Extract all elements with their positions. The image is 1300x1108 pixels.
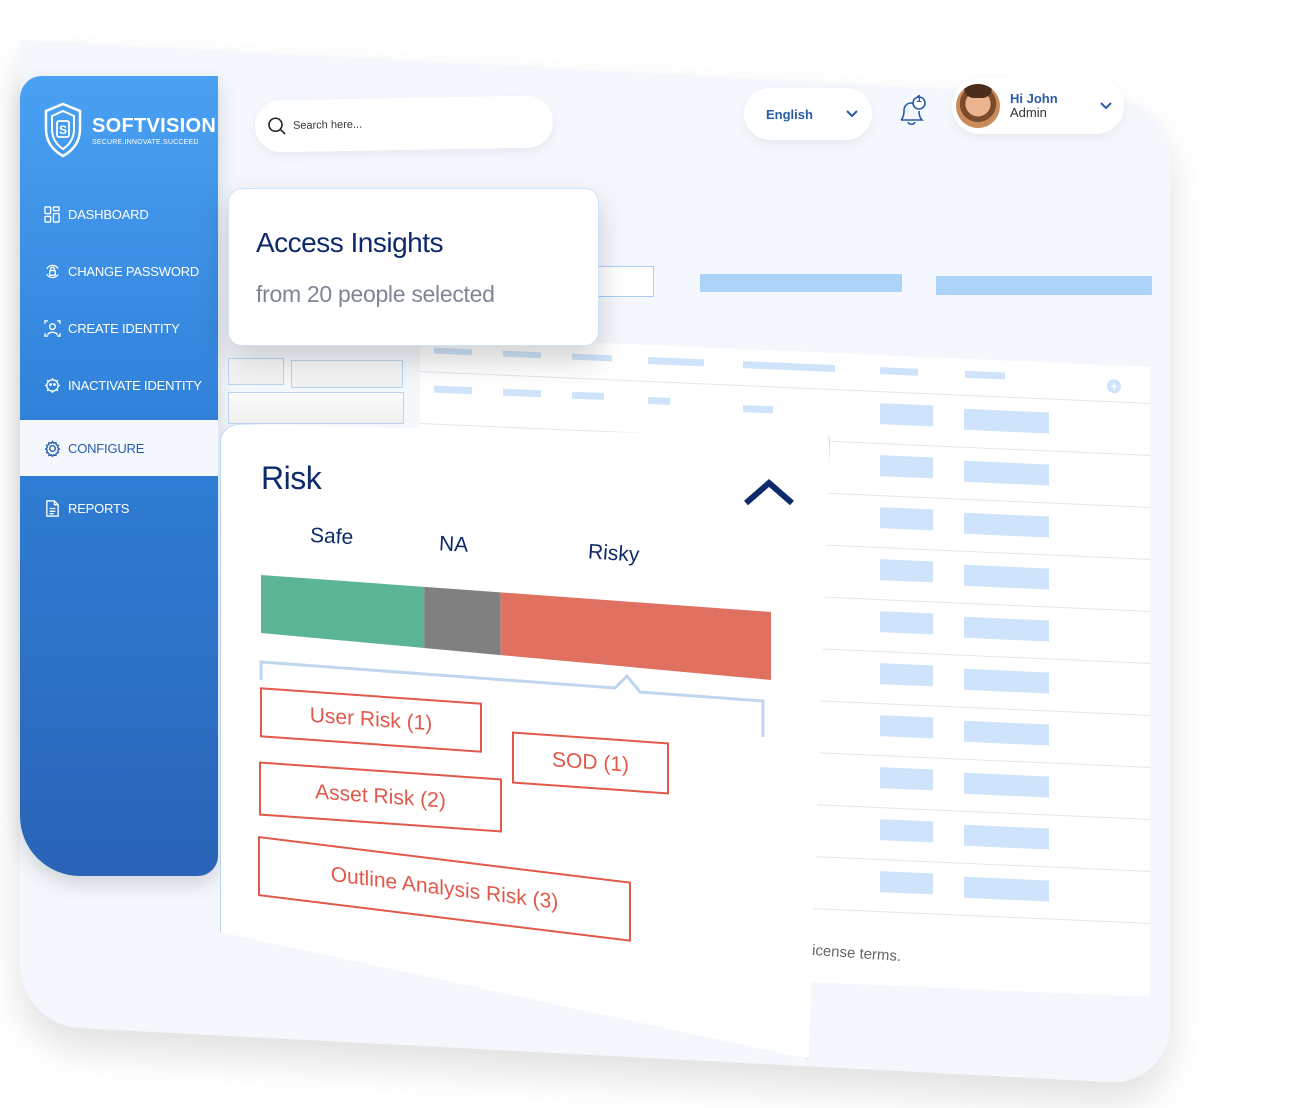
sidebar-item-label: CONFIGURE [68, 440, 145, 456]
sidebar-nav: DASHBOARD CHANGE PASSWORD CREATE IDENTIT… [20, 186, 218, 537]
table-cell-placeholder [572, 391, 604, 401]
svg-text:S: S [59, 123, 67, 137]
table-cell-placeholder [964, 668, 1049, 694]
table-cell-placeholder [964, 512, 1049, 538]
segment-label-safe: Safe [309, 523, 354, 550]
search-input[interactable] [292, 116, 514, 132]
chevron-down-icon [1100, 102, 1112, 110]
sidebar-item-inactivate-identity[interactable]: INACTIVATE IDENTITY [20, 357, 218, 414]
table-cell-placeholder [743, 405, 773, 414]
chevron-up-icon[interactable] [742, 475, 796, 509]
table-cell-placeholder [964, 408, 1049, 434]
risk-tag-label: Asset Risk (2) [315, 780, 446, 813]
table-cell-placeholder [503, 388, 541, 398]
lock-refresh-icon [46, 264, 59, 279]
risk-tag-label: Outline Analysis Risk (3) [330, 862, 559, 914]
brand-tagline: SECURE.INNOVATE.SUCCEED [92, 138, 199, 146]
table-cell-placeholder [964, 460, 1049, 486]
user-role: Admin [1010, 105, 1047, 120]
sidebar-item-configure[interactable]: CONFIGURE [20, 420, 218, 476]
table-cell-placeholder [880, 871, 933, 895]
bell-icon [900, 96, 926, 126]
filter-placeholder[interactable] [228, 358, 284, 385]
table-header-cell [503, 350, 541, 359]
insights-title: Access Insights [256, 227, 444, 258]
add-column-icon[interactable]: + [1107, 378, 1121, 394]
notification-count: 1 [916, 94, 922, 105]
sidebar-item-reports[interactable]: REPORTS [20, 480, 218, 537]
toolbar-placeholder-bar [700, 274, 902, 292]
avatar [956, 84, 1000, 128]
sidebar-item-label: REPORTS [68, 501, 130, 516]
risk-tag-sod[interactable]: SOD (1) [512, 731, 669, 795]
table-cell-placeholder [964, 824, 1049, 850]
user-greeting: Hi John [1010, 91, 1058, 106]
language-selected: English [766, 106, 813, 122]
risk-tag-label: User Risk (1) [309, 703, 433, 736]
table-header-cell [743, 361, 835, 373]
table-cell-placeholder [964, 772, 1049, 798]
user-gear-icon [44, 377, 61, 394]
table-header-cell [648, 356, 704, 367]
sidebar-item-label: CHANGE PASSWORD [68, 264, 200, 279]
table-header-cell [434, 347, 472, 356]
brand-name: SOFTVISION [92, 114, 217, 137]
table-cell-placeholder [880, 507, 933, 531]
sidebar-item-create-identity[interactable]: CREATE IDENTITY [20, 300, 218, 357]
language-select[interactable]: English [744, 88, 872, 140]
insights-subtitle: from 20 people selected [256, 281, 495, 307]
document-icon [46, 500, 59, 517]
shield-logo-icon: S [44, 102, 82, 158]
table-cell-placeholder [964, 720, 1049, 746]
dashboard-grid-icon [44, 206, 60, 223]
notifications-button[interactable]: 1 [896, 94, 928, 128]
segment-label-risky: Risky [587, 540, 641, 567]
user-menu[interactable]: Hi John Admin [952, 78, 1124, 134]
toolbar-placeholder-bar [936, 276, 1152, 295]
table-header-cell [572, 353, 612, 362]
table-cell-placeholder [880, 715, 933, 739]
table-cell-placeholder [964, 616, 1049, 642]
filter-input-placeholder[interactable] [590, 266, 654, 297]
user-scan-icon [44, 320, 61, 337]
filter-placeholder[interactable] [228, 392, 404, 424]
sidebar: S SOFTVISION SECURE.INNOVATE.SUCCEED DAS… [20, 76, 218, 876]
table-cell-placeholder [880, 819, 933, 843]
table-cell-placeholder [880, 559, 933, 583]
table-cell-placeholder [880, 403, 933, 427]
table-cell-placeholder [964, 564, 1049, 590]
table-divider [420, 371, 1150, 404]
table-cell-placeholder [434, 385, 472, 395]
risk-tag-label: SOD (1) [551, 748, 629, 777]
search-icon [268, 117, 286, 135]
sidebar-item-label: DASHBOARD [68, 207, 149, 222]
chevron-down-icon [846, 110, 858, 118]
table-header-cell [965, 370, 1005, 380]
sidebar-item-dashboard[interactable]: DASHBOARD [20, 186, 218, 243]
access-insights-card: Access Insights from 20 people selected [228, 188, 599, 346]
filter-placeholder[interactable] [291, 360, 403, 388]
search-bar[interactable] [254, 95, 554, 153]
brand-logo[interactable]: S SOFTVISION SECURE.INNOVATE.SUCCEED [42, 101, 216, 159]
segment-label-na: NA [438, 532, 469, 557]
table-cell-placeholder [964, 876, 1049, 902]
sidebar-item-change-password[interactable]: CHANGE PASSWORD [20, 243, 218, 300]
table-cell-placeholder [880, 611, 933, 635]
risk-title: Risk [261, 460, 322, 496]
table-header-cell [880, 367, 918, 376]
table-cell-placeholder [648, 396, 670, 405]
table-cell-placeholder [880, 767, 933, 791]
table-cell-placeholder [880, 455, 933, 479]
table-cell-placeholder [880, 663, 933, 687]
sidebar-item-label: INACTIVATE IDENTITY [68, 378, 202, 393]
sidebar-item-label: CREATE IDENTITY [68, 321, 180, 336]
gear-icon [44, 439, 61, 457]
